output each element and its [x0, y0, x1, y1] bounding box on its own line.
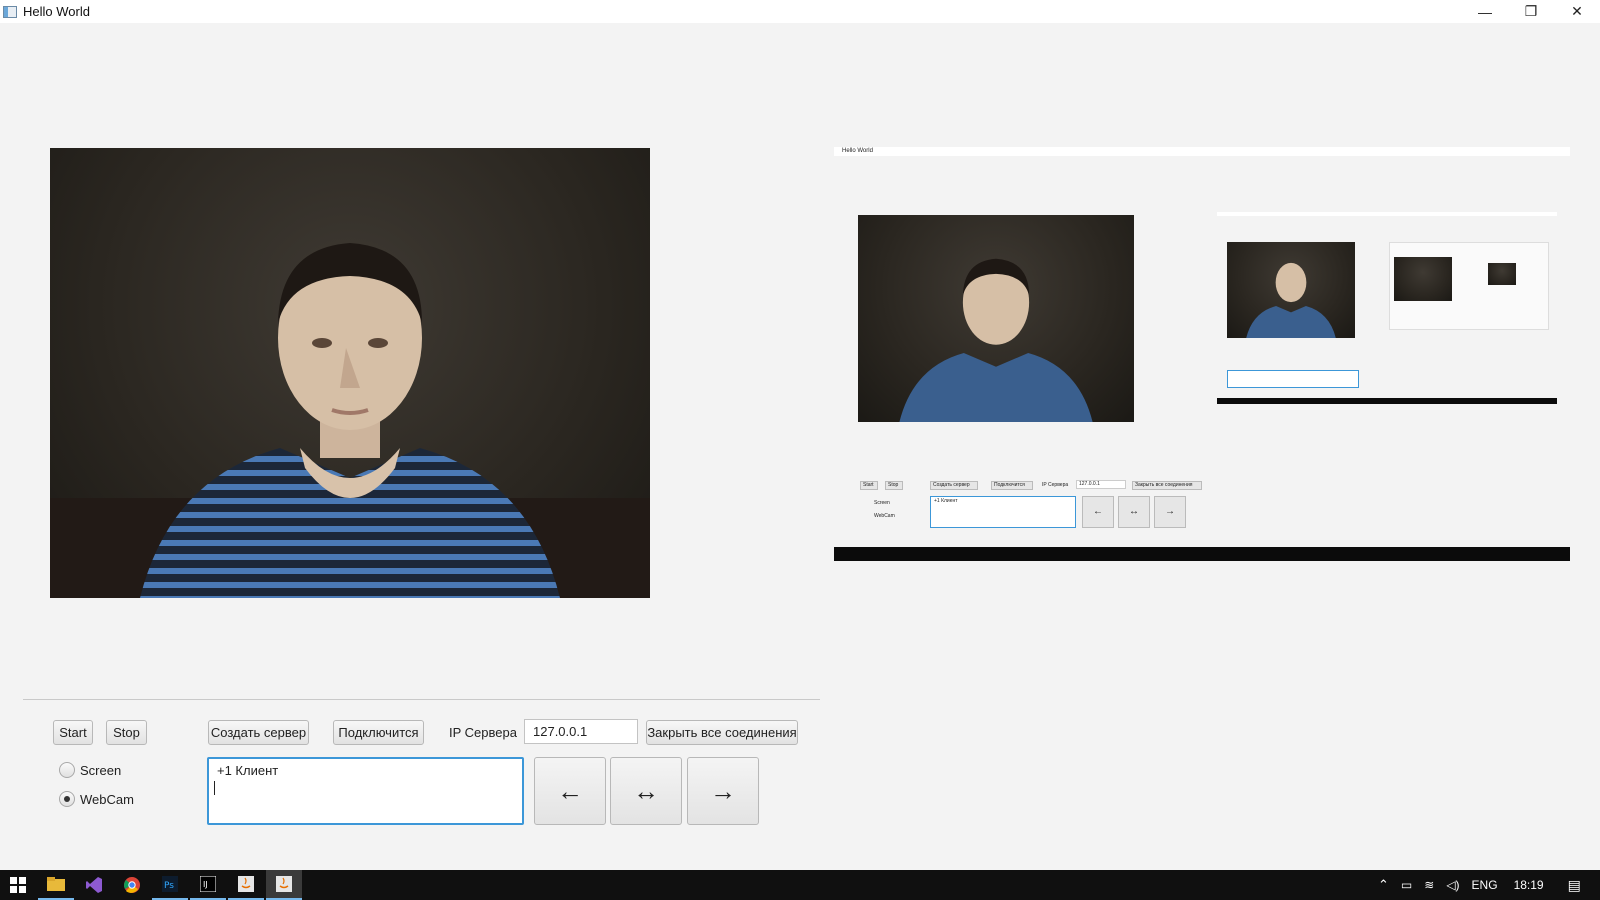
start-button[interactable]: Start — [53, 720, 93, 745]
webcam-person-image — [50, 243, 650, 598]
screen-radio-label: Screen — [80, 763, 122, 778]
preview-connect-label: Подключится — [994, 482, 1025, 488]
preview-arrow-both-button: ↔ — [1118, 496, 1150, 528]
preview-nested-taskbar — [1217, 398, 1557, 404]
preview-webcam-label: WebCam — [874, 513, 895, 519]
windows-start-icon[interactable] — [0, 870, 36, 900]
arrow-left-button[interactable]: ← — [534, 757, 606, 825]
preview-nested3-video — [1488, 263, 1516, 285]
preview-arrow-right-button: → — [1154, 496, 1186, 528]
remote-screen-preview: Hello World Start Stop Создать сервер По… — [834, 147, 1570, 561]
chevron-up-icon[interactable]: ⌃ — [1378, 877, 1389, 893]
text-caret — [214, 781, 215, 795]
preview-nested2-video — [1394, 257, 1452, 301]
preview-titlebar: Hello World — [834, 147, 1570, 156]
restore-button[interactable]: ❐ — [1508, 0, 1554, 23]
notifications-icon[interactable]: ▤ — [1568, 877, 1581, 894]
preview-nested-window — [1217, 212, 1557, 404]
preview-server-ip-input: 127.0.0.1 — [1076, 480, 1126, 489]
battery-icon[interactable]: ▭ — [1401, 878, 1412, 892]
preview-create-server-button: Создать сервер — [930, 481, 978, 490]
preview-server-ip-value: 127.0.0.1 — [1079, 481, 1100, 487]
preview-arrow-left-label: ← — [1093, 506, 1103, 517]
preview-title: Hello World — [842, 148, 873, 154]
preview-arrow-left-button: ← — [1082, 496, 1114, 528]
svg-text:Ps: Ps — [164, 881, 174, 891]
arrow-both-button[interactable]: ↔ — [610, 757, 682, 825]
intellij-icon[interactable]: IJ — [190, 870, 226, 900]
stop-button[interactable]: Stop — [106, 720, 147, 745]
preview-close-all-button: Закрыть все соединения — [1132, 481, 1202, 490]
photoshop-icon[interactable]: Ps — [152, 870, 188, 900]
preview-nested-log — [1227, 370, 1359, 388]
close-all-connections-button[interactable]: Закрыть все соединения — [646, 720, 798, 745]
preview-taskbar — [834, 547, 1570, 561]
preview-nested-screen — [1389, 242, 1549, 330]
preview-screen-label: Screen — [874, 500, 890, 506]
close-button[interactable]: ✕ — [1554, 0, 1600, 23]
preview-arrow-both-label: ↔ — [1129, 506, 1139, 517]
preview-nested-person-image — [1246, 262, 1336, 338]
preview-stop-button: Stop — [885, 481, 903, 490]
svg-text:IJ: IJ — [203, 880, 208, 889]
arrow-right-button[interactable]: → — [687, 757, 759, 825]
wifi-icon[interactable]: ≋ — [1424, 878, 1434, 892]
java-icon[interactable] — [228, 870, 264, 900]
preview-server-ip-label: IP Сервера — [1042, 482, 1069, 488]
webcam-radio-label: WebCam — [80, 792, 134, 807]
language-indicator[interactable]: ENG — [1472, 878, 1498, 892]
clock[interactable]: 18:19 — [1514, 878, 1544, 892]
preview-log-area: +1 Клиент — [930, 496, 1076, 528]
preview-person-image — [899, 258, 1093, 422]
preview-nested-video — [1227, 242, 1355, 338]
webcam-video — [50, 148, 650, 598]
minimize-button[interactable]: — — [1462, 0, 1508, 23]
server-ip-label: IP Сервера — [449, 725, 517, 740]
preview-webcam-video — [858, 215, 1134, 422]
windows-taskbar: Ps IJ ⌃ ▭ ≋ ◁) ENG 18:19 ▤ — [0, 870, 1600, 900]
preview-stop-label: Stop — [888, 482, 899, 488]
preview-nested-titlebar — [1217, 212, 1557, 216]
file-explorer-icon[interactable] — [38, 870, 74, 900]
preview-log-text: +1 Клиент — [934, 498, 958, 504]
panel-divider — [23, 699, 820, 700]
java-app-icon[interactable] — [266, 870, 302, 900]
app-icon — [3, 5, 17, 18]
preview-start-label: Start — [863, 482, 874, 488]
server-ip-input[interactable] — [524, 719, 638, 744]
screen-radio[interactable] — [59, 762, 75, 778]
window-titlebar: Hello World — ❐ ✕ — [0, 0, 1600, 23]
preview-connect-button: Подключится — [991, 481, 1033, 490]
create-server-button[interactable]: Создать сервер — [208, 720, 309, 745]
chrome-icon[interactable] — [114, 870, 150, 900]
connect-button[interactable]: Подключится — [333, 720, 424, 745]
webcam-radio[interactable] — [59, 791, 75, 807]
preview-close-all-label: Закрыть все соединения — [1135, 482, 1193, 488]
preview-arrow-right-label: → — [1165, 506, 1175, 517]
preview-start-button: Start — [860, 481, 878, 490]
visual-studio-icon[interactable] — [76, 870, 112, 900]
window-title: Hello World — [23, 4, 90, 19]
log-textarea[interactable]: +1 Клиент — [207, 757, 524, 825]
preview-create-server-label: Создать сервер — [933, 482, 970, 488]
volume-icon[interactable]: ◁) — [1446, 878, 1459, 892]
system-tray: ⌃ ▭ ≋ ◁) ENG 18:19 ▤ — [1378, 870, 1581, 900]
